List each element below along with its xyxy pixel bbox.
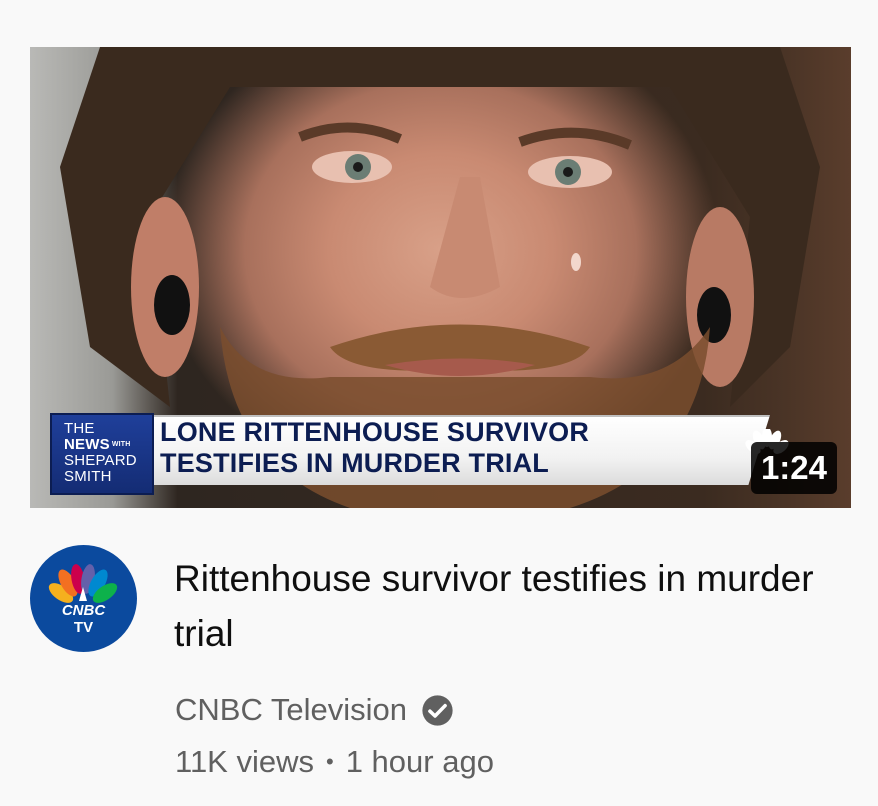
avatar-text-line1: CNBC bbox=[61, 602, 106, 619]
verified-check-icon bbox=[422, 694, 453, 726]
separator-dot: • bbox=[326, 749, 334, 774]
video-stats: 11K views • 1 hour ago bbox=[175, 744, 494, 780]
avatar-text-line2: TV bbox=[73, 619, 94, 636]
news-chyron: THE NEWS WITH SHEPARD SMITH LONE RITTENHO… bbox=[50, 413, 770, 495]
channel-avatar[interactable]: CNBC TV bbox=[30, 545, 137, 652]
chyron-headline: LONE RITTENHOUSE SURVIVOR TESTIFIES IN M… bbox=[160, 417, 589, 479]
video-title[interactable]: Rittenhouse survivor testifies in murder… bbox=[174, 551, 814, 661]
show-logo-line1: THE bbox=[64, 420, 95, 437]
video-card[interactable]: THE NEWS WITH SHEPARD SMITH LONE RITTENHO… bbox=[0, 0, 878, 806]
view-count: 11K views bbox=[175, 744, 314, 779]
duration-badge: 1:24 bbox=[750, 442, 837, 494]
video-thumbnail[interactable]: THE NEWS WITH SHEPARD SMITH LONE RITTENHO… bbox=[30, 47, 851, 508]
channel-row: CNBC Television bbox=[175, 690, 454, 730]
channel-name[interactable]: CNBC Television bbox=[175, 692, 407, 728]
upload-age: 1 hour ago bbox=[345, 744, 494, 779]
show-logo-line4: SMITH bbox=[64, 468, 112, 486]
chyron-headline-line1: LONE RITTENHOUSE SURVIVOR bbox=[160, 417, 590, 447]
show-logo-line3: SHEPARD bbox=[64, 452, 137, 470]
show-logo: THE NEWS WITH SHEPARD SMITH bbox=[50, 413, 154, 495]
show-logo-line2: NEWS WITH bbox=[64, 436, 131, 454]
chyron-headline-line2: TESTIFIES IN MURDER TRIAL bbox=[160, 448, 549, 478]
